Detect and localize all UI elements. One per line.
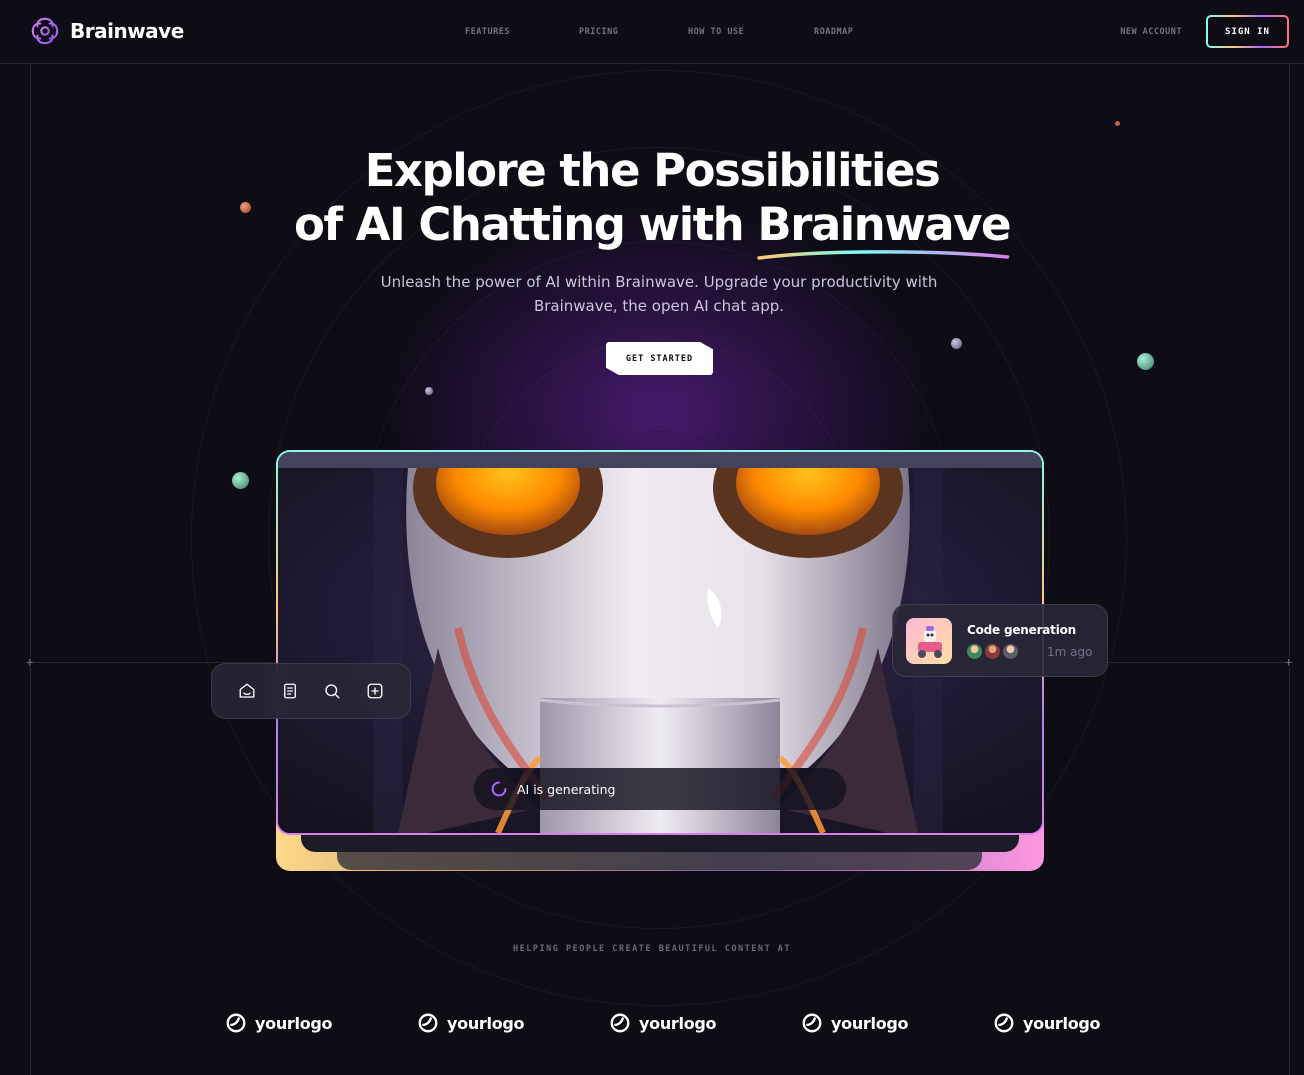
document-icon[interactable]: [280, 681, 300, 701]
decorative-planet: [425, 387, 433, 395]
avatar: [966, 643, 983, 660]
partner-logo-name: yourlogo: [639, 1013, 717, 1033]
logos-caption: HELPING PEOPLE CREATE BEAUTIFUL CONTENT …: [513, 944, 791, 954]
search-icon[interactable]: [322, 681, 342, 701]
get-started-button[interactable]: GET STARTED: [606, 342, 713, 375]
window-top-bar: [278, 452, 1042, 468]
plus-square-icon[interactable]: [365, 681, 385, 701]
brand-logo[interactable]: Brainwave: [30, 16, 184, 46]
partner-logo: yourlogo: [993, 1012, 1101, 1034]
brand-name: Brainwave: [70, 19, 184, 43]
partner-logo-icon: [418, 1013, 438, 1033]
partner-logo-name: yourlogo: [1023, 1013, 1101, 1033]
avatar: [1002, 643, 1019, 660]
decorative-planet: [240, 202, 251, 213]
nav-item-features[interactable]: FEATURES: [465, 27, 510, 37]
decorative-planet: [1137, 353, 1154, 370]
site-header: Brainwave FEATURES PRICING HOW TO USE RO…: [0, 0, 1304, 64]
partner-logo-name: yourlogo: [255, 1013, 333, 1033]
nav-item-roadmap[interactable]: ROADMAP: [814, 27, 853, 37]
hero-title-highlight-text: Brainwave: [757, 198, 1011, 251]
partner-logo: yourlogo: [225, 1012, 333, 1034]
partner-logo-icon: [802, 1013, 822, 1033]
hero-subtitle: Unleash the power of AI within Brainwave…: [380, 273, 938, 315]
hero-title-highlight: Brainwave: [757, 198, 1012, 260]
partner-logo: yourlogo: [417, 1012, 525, 1034]
brainwave-logo-icon: [31, 17, 59, 45]
sign-in-button[interactable]: SIGN IN: [1206, 15, 1289, 48]
robot-toy-thumbnail: [906, 618, 952, 664]
plus-marker: +: [1285, 655, 1293, 669]
home-icon[interactable]: [237, 681, 257, 701]
notification-time: 1m ago: [1047, 645, 1093, 659]
quick-actions-toolbar: [211, 663, 411, 719]
partner-logo-icon: [610, 1013, 630, 1033]
generating-text: AI is generating: [517, 781, 616, 797]
nav-item-how-to-use[interactable]: HOW TO USE: [688, 27, 744, 37]
partner-logo-name: yourlogo: [447, 1013, 525, 1033]
partner-logo-icon: [226, 1013, 246, 1033]
hero-title-line1: Explore the Possibilities: [364, 144, 941, 197]
loading-spinner-icon: [491, 781, 507, 797]
plus-marker: +: [26, 655, 34, 669]
partner-logo-name: yourlogo: [831, 1013, 909, 1033]
partner-logo: yourlogo: [801, 1012, 909, 1034]
decorative-planet: [951, 338, 962, 349]
notification-title: Code generation: [967, 623, 1077, 637]
partner-logo: yourlogo: [609, 1012, 717, 1034]
partner-logo-icon: [994, 1013, 1014, 1033]
nav-item-pricing[interactable]: PRICING: [579, 27, 618, 37]
hero-title-line2: of AI Chatting with: [293, 198, 758, 251]
hero-title: Explore the Possibilities of AI Chatting…: [0, 144, 1304, 260]
highlight-underline: [757, 250, 1010, 260]
decorative-planet: [1115, 121, 1120, 126]
new-account-link[interactable]: NEW ACCOUNT: [1120, 27, 1182, 37]
code-generation-notification[interactable]: Code generation 1m ago: [892, 604, 1108, 677]
decorative-planet: [232, 472, 249, 489]
avatar: [984, 643, 1001, 660]
ai-generating-status: AI is generating: [474, 768, 846, 810]
